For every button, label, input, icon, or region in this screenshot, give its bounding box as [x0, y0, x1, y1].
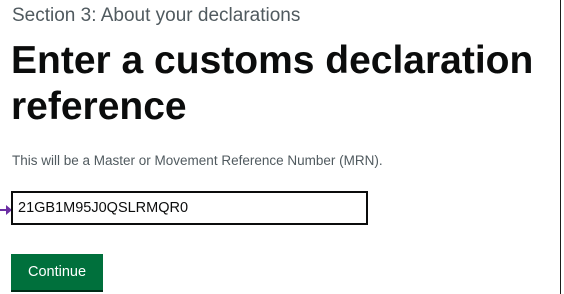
- section-caption: Section 3: About your declarations: [12, 5, 301, 26]
- mrn-input[interactable]: [11, 191, 368, 225]
- page-title: Enter a customs declaration reference: [11, 38, 533, 130]
- mrn-hint: This will be a Master or Movement Refere…: [12, 153, 383, 168]
- page-title-line-1: Enter a customs declaration: [11, 39, 534, 82]
- page-frame: Section 3: About your declarations Enter…: [0, 0, 561, 294]
- continue-button[interactable]: Continue: [11, 254, 103, 292]
- page-title-line-2: reference: [11, 85, 187, 128]
